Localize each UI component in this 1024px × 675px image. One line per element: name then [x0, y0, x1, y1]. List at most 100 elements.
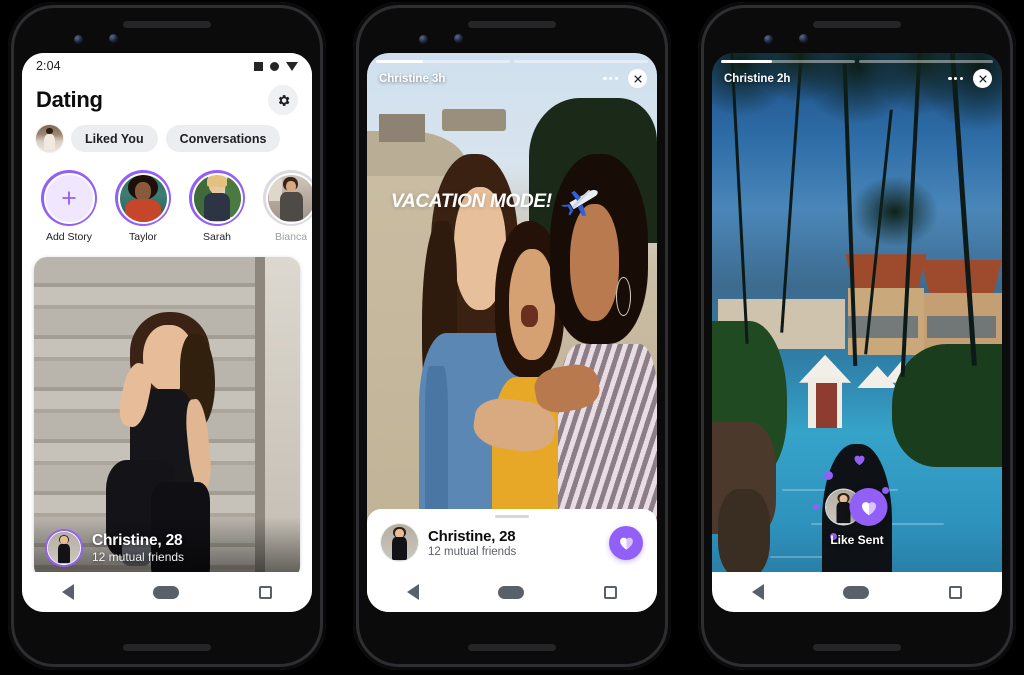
story-author: Christine 2h	[724, 72, 791, 85]
android-nav-bar	[367, 572, 657, 612]
like-button[interactable]	[849, 488, 888, 526]
stories-row[interactable]: Add Story Taylor Sarah Bianca	[22, 158, 312, 247]
floating-dot-icon	[813, 504, 819, 510]
story-header: Christine 2h	[724, 69, 992, 88]
phone3-bezel: Christine 2h Like Sent	[704, 8, 1010, 664]
close-icon[interactable]	[628, 69, 647, 88]
story-label: Taylor	[128, 231, 157, 243]
story-author: Christine 3h	[379, 72, 446, 85]
progress-fill	[376, 60, 423, 63]
more-options-icon[interactable]	[948, 76, 963, 81]
phone1-bezel: 2:04 Dating Liked You Conversations Add …	[14, 8, 320, 664]
story-taylor[interactable]: Taylor	[112, 170, 174, 243]
progress-segment-1	[376, 60, 510, 63]
story-progress-bar	[721, 60, 993, 63]
like-sent-label: Like Sent	[830, 533, 884, 547]
status-time: 2:04	[36, 59, 61, 73]
sensor-icon	[799, 34, 808, 43]
front-camera-icon	[764, 35, 773, 44]
profile-name: Christine, 28	[92, 531, 183, 549]
mutual-friends: 12 mutual friends	[428, 545, 517, 558]
floating-heart-icon	[852, 452, 867, 472]
home-icon[interactable]	[498, 585, 525, 599]
android-nav-bar	[712, 572, 1002, 612]
front-camera-icon	[74, 35, 83, 44]
like-sent-indicator: Like Sent	[826, 488, 888, 547]
progress-segment-2	[514, 60, 648, 63]
profile-card-text: Christine, 28 12 mutual friends	[92, 532, 184, 565]
progress-segment-2	[859, 60, 993, 63]
story-viewer[interactable]: Christine 2h Like Sent	[712, 53, 1002, 612]
airplane-icon	[560, 189, 598, 216]
story-bianca[interactable]: Bianca	[260, 170, 312, 243]
profile-card[interactable]: Christine, 28 12 mutual friends	[34, 257, 300, 579]
phone-device-3: Christine 2h Like Sent	[698, 2, 1016, 670]
square-icon	[254, 61, 263, 71]
android-nav-bar	[22, 572, 312, 612]
more-options-icon[interactable]	[603, 76, 618, 81]
phone2-screen: Christine 3h VACATION MODE! Christine, 2…	[367, 53, 657, 612]
story-sticker: VACATION MODE!	[391, 182, 598, 222]
phone1-screen: 2:04 Dating Liked You Conversations Add …	[22, 53, 312, 612]
status-bar: 2:04	[22, 53, 312, 79]
story-header-actions	[948, 69, 992, 88]
story-progress-bar	[376, 60, 648, 63]
story-header: Christine 3h	[379, 69, 647, 88]
heart-icon	[861, 501, 876, 515]
bottom-speaker-icon	[813, 644, 901, 651]
sensor-icon	[109, 34, 118, 43]
recents-icon[interactable]	[949, 585, 963, 599]
earpiece-speaker-icon	[123, 21, 211, 28]
tab-liked-you-label: Liked You	[85, 131, 144, 146]
back-icon[interactable]	[751, 584, 764, 600]
home-icon[interactable]	[843, 585, 870, 599]
story-ring	[263, 170, 312, 226]
tab-conversations[interactable]: Conversations	[165, 125, 281, 152]
phone-device-2: Christine 3h VACATION MODE! Christine, 2…	[353, 2, 671, 670]
story-label: Add Story	[45, 231, 93, 243]
settings-button[interactable]	[268, 85, 298, 115]
screenshot-stage: 2:04 Dating Liked You Conversations Add …	[0, 0, 1024, 675]
recents-icon[interactable]	[259, 585, 273, 599]
earpiece-speaker-icon	[813, 21, 901, 28]
back-icon[interactable]	[406, 584, 419, 600]
story-header-actions	[603, 69, 647, 88]
avatar	[45, 529, 83, 567]
profile-bottom-sheet[interactable]: Christine, 28 12 mutual friends	[367, 508, 657, 612]
profile-summary-text: Christine, 28 12 mutual friends	[428, 528, 516, 558]
story-label: Sarah	[202, 231, 232, 243]
filter-pill-row: Liked You Conversations	[22, 117, 312, 158]
like-sent-row	[826, 488, 888, 526]
plus-icon	[43, 172, 95, 224]
phone3-screen: Christine 2h Like Sent	[712, 53, 1002, 612]
phone-device-1: 2:04 Dating Liked You Conversations Add …	[8, 2, 326, 670]
profile-card-overlay: Christine, 28 12 mutual friends	[34, 517, 300, 579]
story-sarah[interactable]: Sarah	[186, 170, 248, 243]
circle-icon	[270, 61, 279, 71]
story-viewer[interactable]: Christine 3h VACATION MODE! Christine, 2…	[367, 53, 657, 612]
tab-liked-you[interactable]: Liked You	[71, 125, 158, 152]
recents-icon[interactable]	[604, 585, 618, 599]
avatar[interactable]	[381, 524, 418, 561]
story-add[interactable]: Add Story	[38, 170, 100, 243]
user-avatar[interactable]	[36, 125, 63, 152]
mutual-friends: 12 mutual friends	[92, 550, 185, 565]
earpiece-speaker-icon	[468, 21, 556, 28]
bottom-speaker-icon	[468, 644, 556, 651]
story-ring	[41, 170, 97, 226]
back-icon[interactable]	[61, 584, 74, 600]
status-icons	[254, 61, 298, 71]
story-ring	[189, 170, 245, 226]
close-icon[interactable]	[973, 69, 992, 88]
triangle-icon	[286, 61, 298, 71]
like-button[interactable]	[609, 525, 643, 560]
bottom-speaker-icon	[123, 644, 211, 651]
floating-dot-icon	[824, 471, 833, 480]
progress-segment-1	[721, 60, 855, 63]
profile-name: Christine, 28	[428, 527, 516, 545]
profile-summary: Christine, 28 12 mutual friends	[367, 518, 657, 572]
story-label: Bianca	[274, 231, 308, 243]
home-icon[interactable]	[153, 585, 180, 599]
app-header: Dating	[22, 79, 312, 117]
progress-fill	[721, 60, 772, 63]
